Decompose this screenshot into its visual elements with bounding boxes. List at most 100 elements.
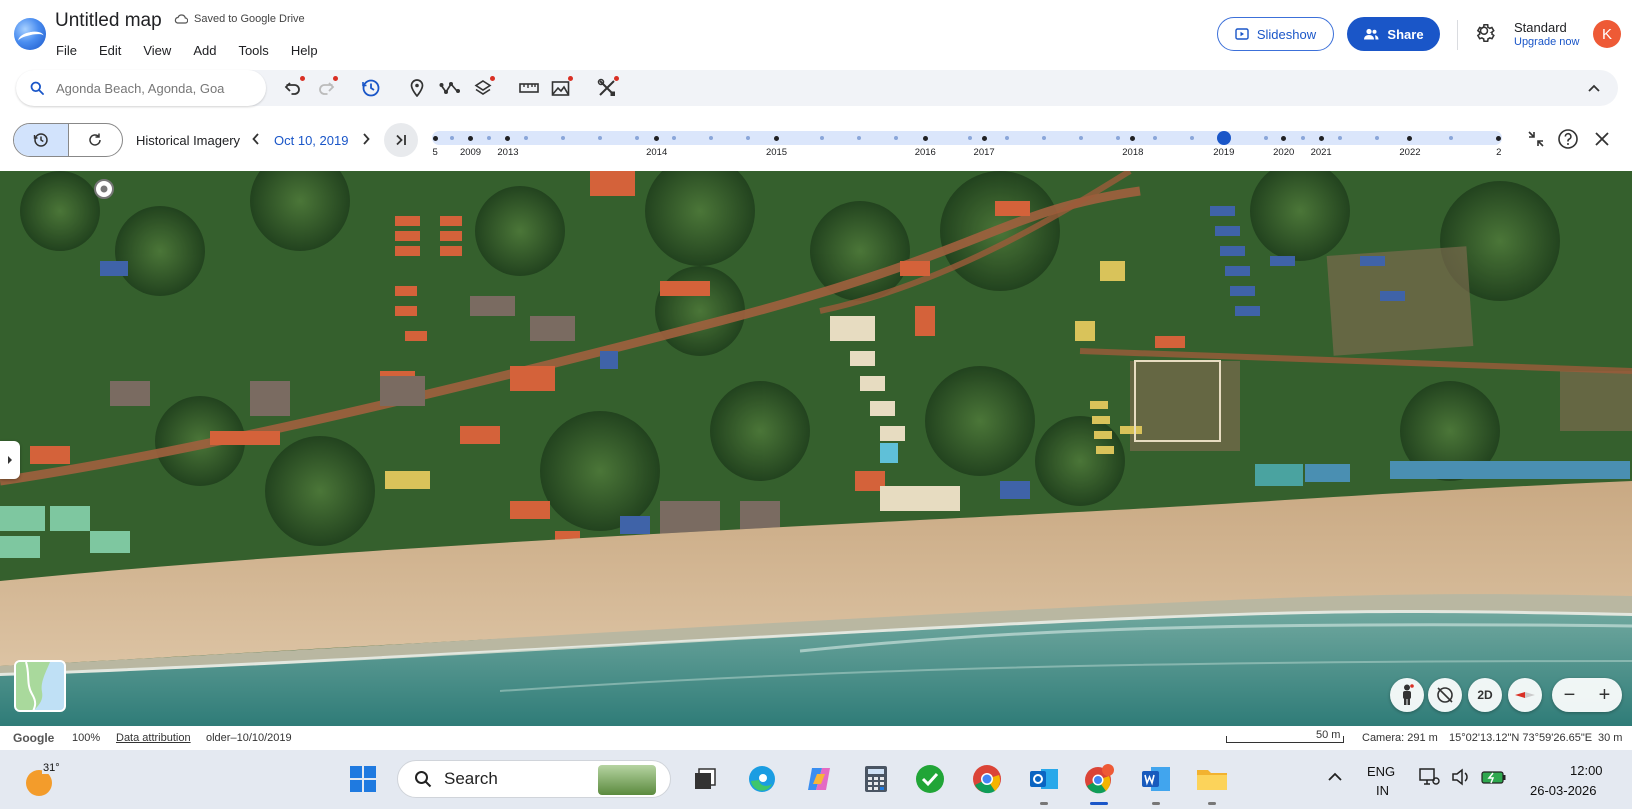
camera-altitude: Camera: 291 m [1362,732,1438,744]
upgrade-link[interactable]: Upgrade now [1514,36,1579,48]
timeline-year-label[interactable]: 2 [1496,147,1501,158]
timeline-imagery-marker [1264,136,1268,140]
zoom-out-button[interactable]: − [1552,678,1587,712]
historical-imagery-button[interactable] [358,75,384,101]
zoom-in-button[interactable]: + [1587,678,1622,712]
satellite-map-view[interactable]: 2D − + [0,171,1632,726]
add-placemark-button[interactable] [404,75,430,101]
collapse-toolbar-button[interactable] [1582,76,1606,100]
clock-date[interactable]: 26-03-2026 [1530,783,1597,798]
gear-icon[interactable] [1473,22,1495,44]
timeline-year-label[interactable]: 2019 [1213,147,1234,158]
menu-tools[interactable]: Tools [238,43,268,58]
weather-widget[interactable]: 31° [26,762,61,796]
battery-charging-icon[interactable] [1481,767,1507,787]
redo-button[interactable] [313,75,339,101]
timeline-year-label[interactable]: 2009 [460,147,481,158]
chrome-button[interactable] [971,763,1003,795]
menu-add[interactable]: Add [193,43,216,58]
measure-button[interactable] [516,75,542,101]
historical-mode-button[interactable] [14,124,69,156]
volume-icon[interactable] [1451,767,1471,787]
pegman-icon [1403,684,1414,705]
chevron-up-icon[interactable] [1325,767,1345,787]
system-tray [1419,767,1507,787]
edge-browser-button[interactable] [746,763,778,795]
copilot-button[interactable] [803,763,835,795]
chrome-profile-icon [1085,764,1114,794]
elevation-profile-button[interactable] [548,75,574,101]
map-title[interactable]: Untitled map [55,10,162,32]
timeline-year-label[interactable]: 2021 [1311,147,1332,158]
chrome-profile-button[interactable] [1083,763,1115,795]
timeline-year-label[interactable]: 2022 [1399,147,1420,158]
search-icon[interactable] [30,81,44,95]
edge-icon [749,766,775,792]
taskbar-search[interactable]: Search [397,760,671,798]
slideshow-button[interactable]: Slideshow [1217,17,1334,51]
street-view-button[interactable] [1390,678,1424,712]
outlook-button[interactable] [1028,763,1060,795]
timeline-year-label[interactable]: 5 [433,147,438,158]
compress-icon[interactable] [1526,129,1546,149]
imagery-timeline[interactable]: 5 2009 2013 2014 2015 2016 2017 2018 2019 2020 202… [432,131,1502,161]
start-button[interactable] [347,763,379,795]
file-explorer-button[interactable] [1196,763,1228,795]
timeline-year-label[interactable]: 2018 [1122,147,1143,158]
close-icon[interactable] [1592,129,1612,149]
header-divider [1457,20,1458,50]
temperature: 31° [42,762,61,774]
compass-button[interactable] [1508,678,1542,712]
calculator-icon [865,766,887,792]
expand-panel-button[interactable] [0,441,20,479]
previous-date-button[interactable] [248,130,264,148]
tasks-app-button[interactable] [914,763,946,795]
timeline-year-label[interactable]: 2016 [915,147,936,158]
chevron-right-icon [363,133,370,145]
help-icon[interactable] [1557,128,1579,150]
draw-line-button[interactable] [437,75,463,101]
network-icon[interactable] [1419,767,1441,787]
clock-time[interactable]: 12:00 [1570,763,1603,778]
undo-button[interactable] [280,75,306,101]
timeline-imagery-marker [450,136,454,140]
layers-button[interactable] [470,75,496,101]
timeline-imagery-marker [746,136,750,140]
tools-button[interactable] [594,75,620,101]
no-rotate-icon [1437,687,1453,703]
place-marker-icon[interactable] [94,179,114,199]
zoom-controls: − + [1552,678,1622,712]
taskbar-search-label: Search [444,769,498,788]
search-input[interactable] [56,80,246,96]
menu-view[interactable]: View [143,43,171,58]
latest-date-button[interactable] [384,123,418,157]
timeline-slider-thumb[interactable] [1216,131,1231,145]
current-mode-button[interactable] [69,124,122,156]
word-button[interactable] [1140,763,1172,795]
google-earth-logo-icon[interactable] [14,18,46,50]
skip-to-end-icon [396,134,406,146]
timeline-imagery-marker [857,136,861,140]
next-date-button[interactable] [358,130,374,148]
toggle-2d-button[interactable]: 2D [1468,678,1502,712]
timeline-imagery-marker [1005,136,1009,140]
data-attribution-link[interactable]: Data attribution [116,732,191,744]
timeline-year-label[interactable]: 2013 [497,147,518,158]
menu-edit[interactable]: Edit [99,43,121,58]
menu-file[interactable]: File [56,43,77,58]
disable-tilt-button[interactable] [1428,678,1462,712]
calculator-button[interactable] [860,763,892,795]
timeline-year-label[interactable]: 2017 [974,147,995,158]
menu-help[interactable]: Help [291,43,318,58]
timeline-year-label[interactable]: 2020 [1273,147,1294,158]
timeline-year-label[interactable]: 2015 [766,147,787,158]
keyboard-language[interactable]: ENG [1367,764,1395,779]
share-button[interactable]: Share [1347,17,1440,51]
tools-indicator [614,76,619,81]
keyboard-region[interactable]: IN [1376,783,1389,798]
task-view-button[interactable] [689,763,721,795]
minimap[interactable] [14,660,66,712]
current-imagery-date[interactable]: Oct 10, 2019 [274,133,348,148]
avatar[interactable]: K [1593,20,1621,48]
timeline-year-label[interactable]: 2014 [646,147,667,158]
